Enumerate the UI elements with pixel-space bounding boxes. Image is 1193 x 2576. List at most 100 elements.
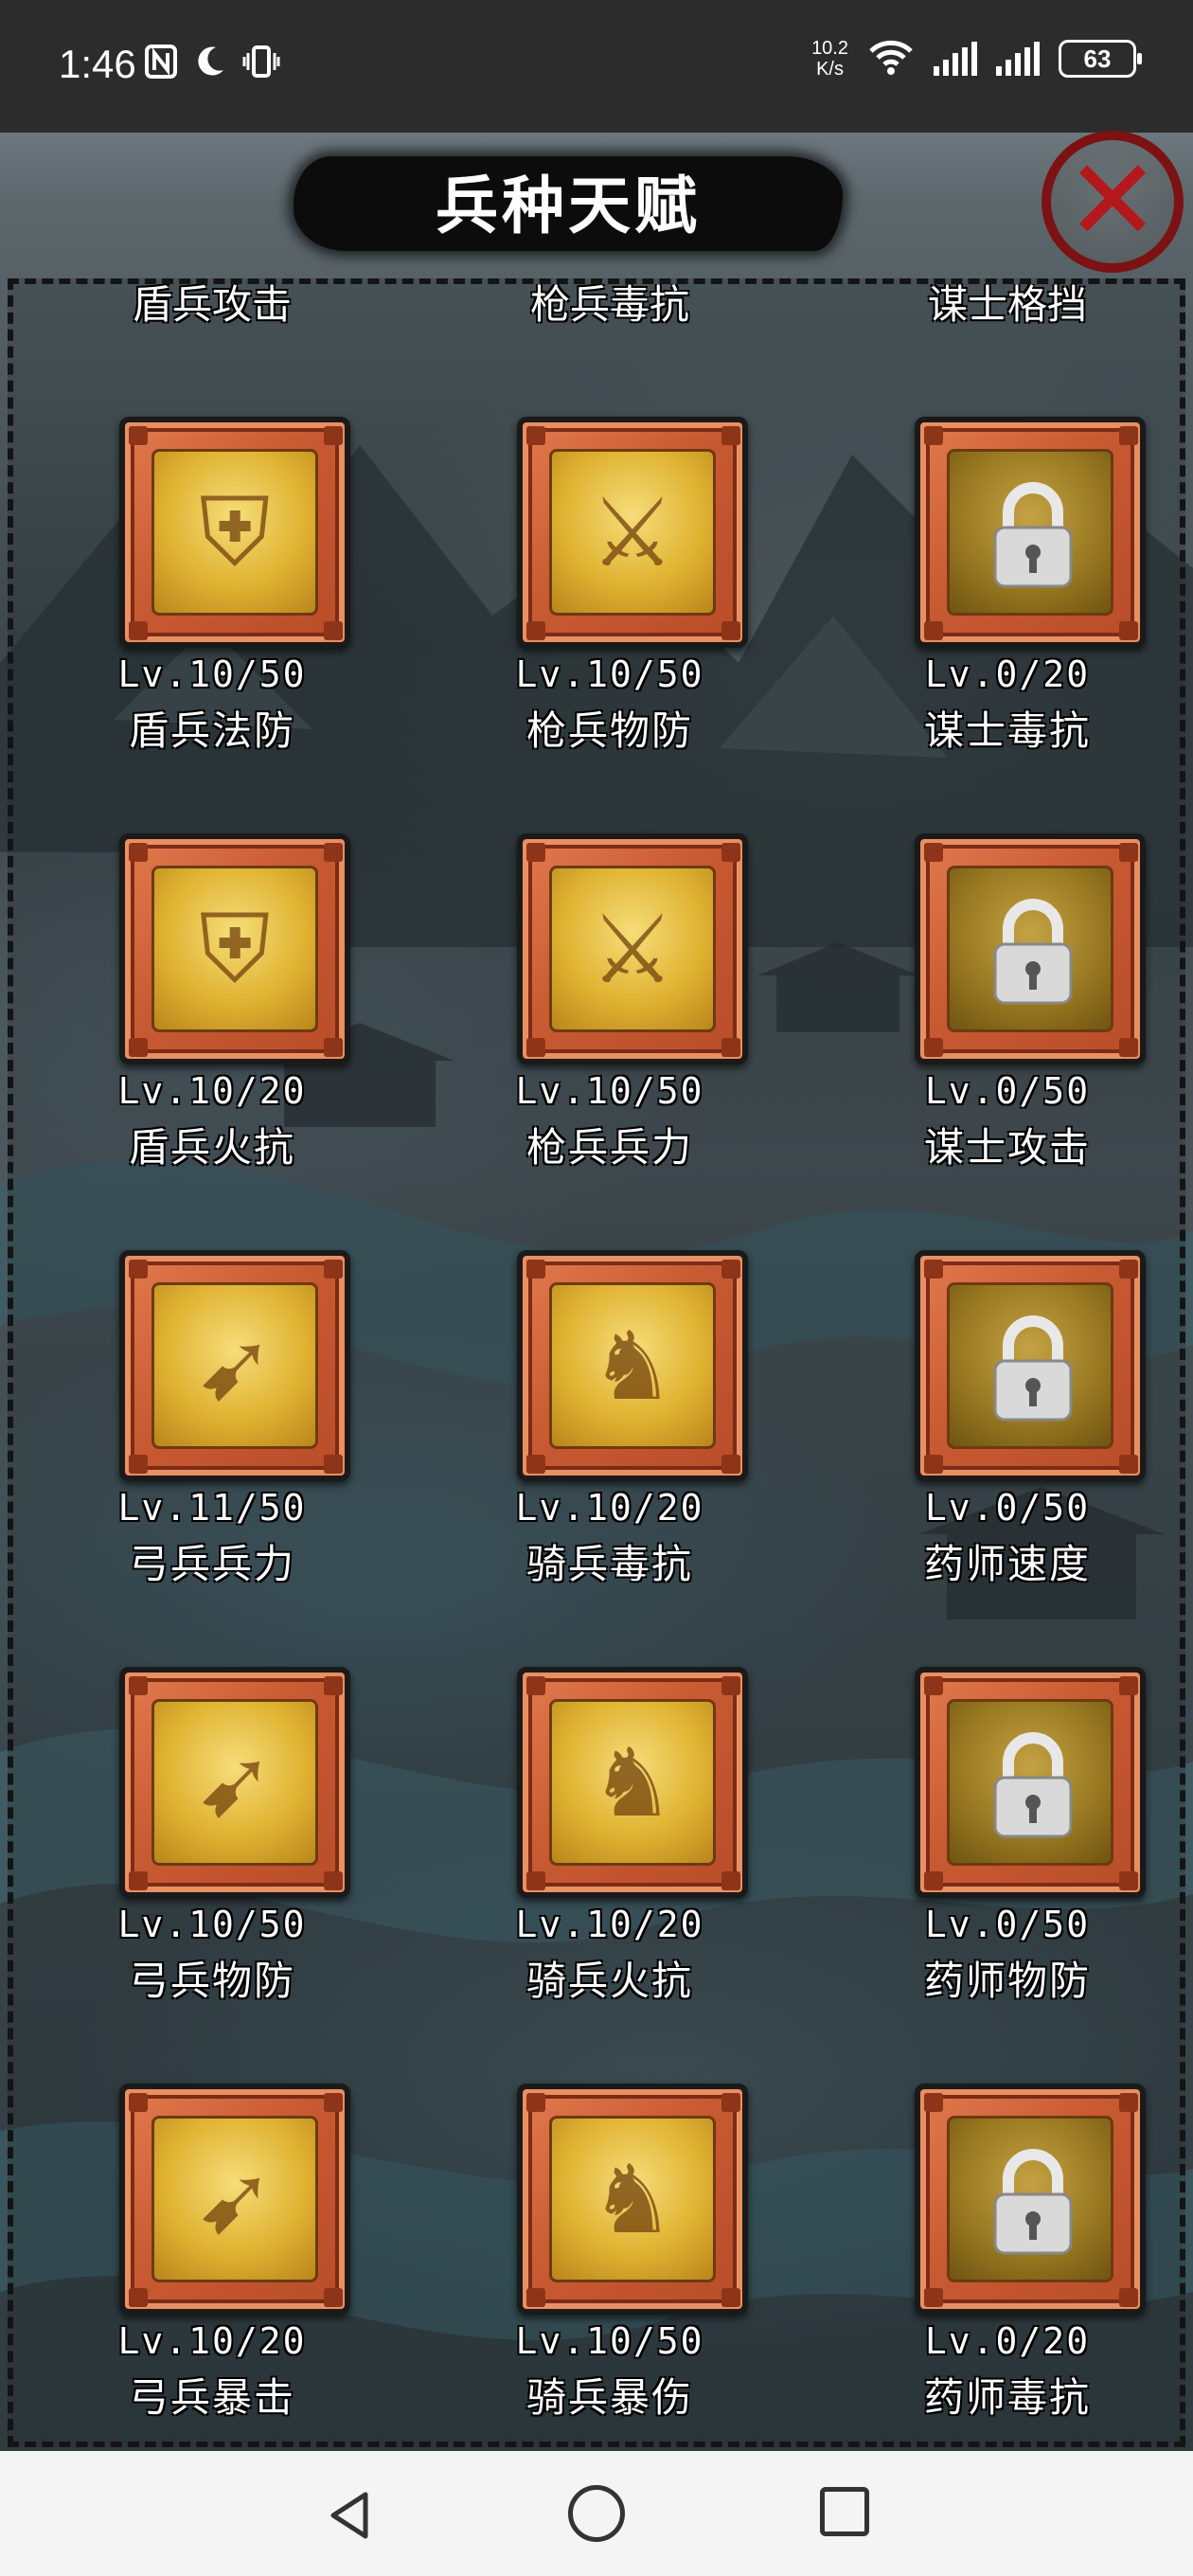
talent-card[interactable]: ⚔ Lv.10/50 枪兵兵力: [439, 833, 780, 1231]
back-icon[interactable]: [326, 2489, 379, 2546]
lock-icon: [947, 1282, 1113, 1449]
talent-card[interactable]: Lv.0/50 药师物防: [837, 1667, 1178, 2065]
cavalry-poison-icon: ♞: [549, 1282, 716, 1449]
network-speed-unit: K/s: [816, 59, 844, 80]
status-left-icons: [144, 44, 280, 88]
talent-icon-frame[interactable]: ⛨: [119, 833, 350, 1064]
vibrate-icon: [242, 44, 280, 88]
archer-troops-icon: ➹: [151, 1282, 318, 1449]
talent-icon-frame[interactable]: [915, 1667, 1146, 1898]
talent-card[interactable]: ♞ Lv.10/20 骑兵火抗: [439, 1667, 780, 2065]
partial-row-label: 谋士格挡: [927, 281, 1087, 328]
talent-card[interactable]: ♞ Lv.10/50 骑兵暴伤: [439, 2084, 780, 2442]
talent-icon-frame[interactable]: ⚔: [517, 417, 748, 648]
recent-apps-icon[interactable]: [820, 2487, 869, 2536]
lock-icon: [947, 2116, 1113, 2282]
talent-level: Lv.0/50: [924, 1487, 1091, 1529]
shield-soldier-magic-icon: ⛨: [151, 449, 318, 616]
lock-icon: [947, 1699, 1113, 1866]
partial-row: 盾兵攻击 枪兵毒抗 谋士格挡: [13, 281, 1180, 330]
talent-card[interactable]: ⛨ Lv.10/20 盾兵火抗: [42, 833, 383, 1231]
soldier-portrait: ➹: [195, 1310, 275, 1422]
battery-indicator: 63: [1059, 40, 1142, 78]
navigation-bar: [0, 2451, 1193, 2576]
talent-level: Lv.0/20: [924, 653, 1091, 695]
talent-icon-frame[interactable]: ➹: [119, 2084, 350, 2315]
talent-panel[interactable]: 盾兵攻击 枪兵毒抗 谋士格挡 ⛨ Lv.10/50 盾兵法防 ⚔ Lv.10/50 枪兵物…: [8, 278, 1185, 2447]
archer-defense-icon: ➹: [151, 1699, 318, 1866]
talent-level: Lv.10/20: [117, 2320, 307, 2362]
signal-strength-icon: [934, 42, 977, 76]
talent-level: Lv.10/50: [515, 1070, 704, 1112]
shield-soldier-fire-icon: ⛨: [151, 866, 318, 1032]
soldier-portrait: ♞: [590, 1726, 675, 1838]
talent-level: Lv.10/50: [117, 1904, 307, 1945]
soldier-portrait: ⚔: [590, 893, 675, 1005]
soldier-portrait: ♞: [590, 2143, 675, 2255]
talent-name: 药师物防: [923, 1958, 1091, 2004]
talent-level: Lv.11/50: [117, 1487, 307, 1529]
talent-card[interactable]: ➹ Lv.10/20 弓兵暴击: [42, 2084, 383, 2442]
spearman-troops-icon: ⚔: [549, 866, 716, 1032]
talent-level: Lv.10/20: [515, 1904, 704, 1945]
talent-card[interactable]: ⚔ Lv.10/50 枪兵物防: [439, 417, 780, 814]
talent-icon-frame[interactable]: ♞: [517, 1250, 748, 1481]
network-speed: 10.2 K/s: [811, 38, 848, 80]
talent-level: Lv.0/50: [924, 1070, 1091, 1112]
cavalry-fire-icon: ♞: [549, 1699, 716, 1866]
talent-name: 盾兵火抗: [128, 1124, 295, 1171]
home-icon[interactable]: [568, 2485, 625, 2542]
talent-icon-frame[interactable]: ♞: [517, 2084, 748, 2315]
talent-card[interactable]: ♞ Lv.10/20 骑兵毒抗: [439, 1250, 780, 1648]
talent-name: 枪兵物防: [525, 707, 693, 754]
nfc-icon: [144, 44, 178, 88]
partial-row-label: 盾兵攻击: [132, 281, 292, 328]
talent-name: 骑兵火抗: [525, 1958, 693, 2004]
status-time: 1:46: [59, 42, 136, 86]
network-speed-value: 10.2: [811, 38, 848, 59]
talent-icon-frame[interactable]: ⛨: [119, 417, 350, 648]
talent-card[interactable]: ➹ Lv.10/50 弓兵物防: [42, 1667, 383, 2065]
wifi-icon: [867, 38, 915, 80]
partial-row-label: 枪兵毒抗: [529, 281, 689, 328]
cavalry-crit-damage-icon: ♞: [549, 2116, 716, 2282]
talent-level: Lv.10/50: [515, 2320, 704, 2362]
talent-level: Lv.10/20: [515, 1487, 704, 1529]
talent-card[interactable]: ➹ Lv.11/50 弓兵兵力: [42, 1250, 383, 1648]
talent-icon-frame[interactable]: ♞: [517, 1667, 748, 1898]
status-bar: 1:46 10.2 K/s 63: [0, 0, 1193, 133]
talent-card[interactable]: Lv.0/50 谋士攻击: [837, 833, 1178, 1231]
soldier-portrait: ➹: [195, 1726, 275, 1838]
lock-icon: [947, 866, 1113, 1032]
talent-icon-frame[interactable]: [915, 833, 1146, 1064]
talent-name: 枪兵兵力: [525, 1124, 693, 1171]
talent-card[interactable]: Lv.0/50 药师速度: [837, 1250, 1178, 1648]
talent-card[interactable]: Lv.0/20 药师毒抗: [837, 2084, 1178, 2442]
talent-icon-frame[interactable]: ⚔: [517, 833, 748, 1064]
signal-strength-2-icon: [996, 42, 1040, 76]
talent-level: Lv.0/50: [924, 1904, 1091, 1945]
talent-name: 谋士攻击: [923, 1124, 1091, 1171]
talent-card[interactable]: ⛨ Lv.10/50 盾兵法防: [42, 417, 383, 814]
lock-icon: [947, 449, 1113, 616]
soldier-portrait: ⛨: [199, 893, 271, 1004]
talent-card[interactable]: Lv.0/20 谋士毒抗: [837, 417, 1178, 814]
talent-icon-frame[interactable]: [915, 1250, 1146, 1481]
talent-level: Lv.10/50: [117, 653, 307, 695]
talent-icon-frame[interactable]: [915, 2084, 1146, 2315]
talent-name: 骑兵毒抗: [525, 1541, 693, 1587]
talent-name: 盾兵法防: [128, 707, 295, 754]
talent-name: 药师速度: [923, 1541, 1091, 1587]
talent-name: 弓兵兵力: [128, 1541, 295, 1587]
moon-icon: [193, 44, 227, 88]
close-button[interactable]: ✕: [1042, 131, 1184, 273]
talent-name: 骑兵暴伤: [525, 2374, 693, 2421]
talent-name: 弓兵暴击: [128, 2374, 295, 2421]
talent-icon-frame[interactable]: [915, 417, 1146, 648]
talent-name: 药师毒抗: [923, 2374, 1091, 2421]
talent-icon-frame[interactable]: ➹: [119, 1250, 350, 1481]
talent-icon-frame[interactable]: ➹: [119, 1667, 350, 1898]
close-x-icon: ✕: [1064, 135, 1161, 267]
talent-level: Lv.10/50: [515, 653, 704, 695]
talent-name: 弓兵物防: [128, 1958, 295, 2004]
